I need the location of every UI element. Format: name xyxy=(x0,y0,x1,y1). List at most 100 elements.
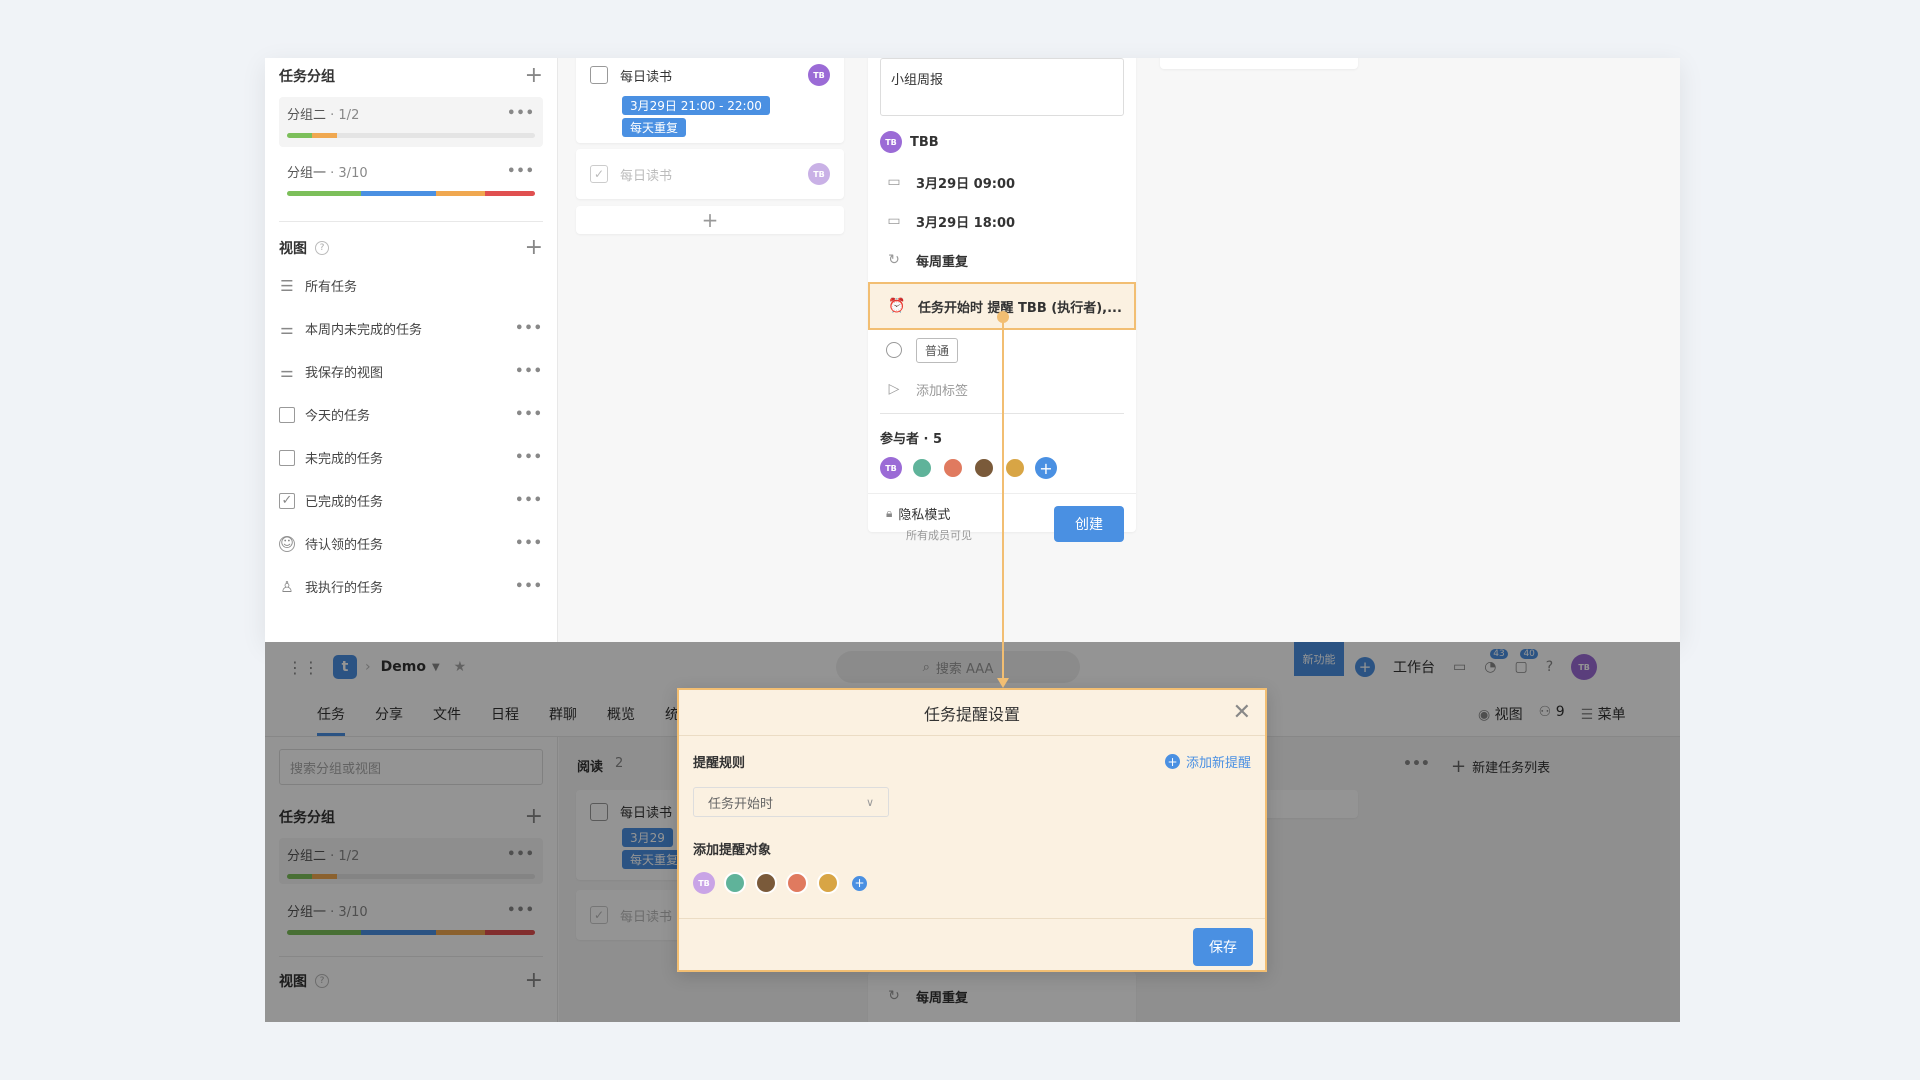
lock-icon: 🔒︎ xyxy=(886,506,893,520)
target-label: 添加提醒对象 xyxy=(693,843,772,858)
executor-avatar: TB xyxy=(880,131,902,153)
view-item[interactable]: ⚌ 我保存的视图 ••• xyxy=(279,350,543,393)
add-participant-icon[interactable]: + xyxy=(1035,457,1057,479)
progress-segment xyxy=(311,133,337,138)
more-icon[interactable]: ••• xyxy=(507,106,535,121)
dialog-footer-divider xyxy=(679,918,1265,919)
start-time-row[interactable]: ▭ 3月29日 09:00 xyxy=(886,168,1124,196)
view-label: 今天的任务 xyxy=(305,409,371,424)
calendar-icon: ▭ xyxy=(887,213,901,229)
connector-arrow xyxy=(997,678,1009,688)
add-group-icon[interactable]: + xyxy=(525,65,543,87)
avatar[interactable] xyxy=(817,872,839,894)
add-view-icon[interactable]: + xyxy=(525,237,543,259)
group-count: · 1/2 xyxy=(326,108,360,123)
create-button[interactable]: 创建 xyxy=(1054,505,1124,542)
priority-value[interactable]: 普通 xyxy=(916,337,959,363)
avatar[interactable] xyxy=(755,872,777,894)
repeat-row[interactable]: ↻ 每周重复 xyxy=(886,246,1124,274)
more-icon[interactable]: ••• xyxy=(515,579,543,594)
reminder-value: 任务开始时 提醒 TBB (执行者),... xyxy=(918,300,1122,316)
progress-segment xyxy=(287,191,362,196)
task-name-value: 小组周报 xyxy=(891,73,944,88)
group-name: 分组一 xyxy=(287,166,327,181)
task-title: 每日读书 xyxy=(620,69,673,85)
close-icon[interactable]: ✕ xyxy=(1233,700,1251,725)
view-item[interactable]: 未完成的任务 ••• xyxy=(279,436,543,479)
divider xyxy=(279,221,543,222)
end-time: 3月29日 18:00 xyxy=(916,215,1016,231)
more-icon[interactable]: ••• xyxy=(515,364,543,379)
task-name-field[interactable]: 小组周报 xyxy=(880,58,1124,116)
avatar[interactable]: TB xyxy=(693,872,715,894)
assignee-avatar: TB xyxy=(808,163,830,185)
views-list: ☰ 所有任务 ⚌ 本周内未完成的任务 ••• ⚌ 我保存的视图 ••• 今天的任务 ••• 未完成的… xyxy=(279,264,543,608)
view-item[interactable]: ✓ 已完成的任务 ••• xyxy=(279,479,543,522)
add-circle-icon: + xyxy=(1164,754,1180,769)
avatar[interactable] xyxy=(724,872,746,894)
more-icon[interactable]: ••• xyxy=(515,407,543,422)
privacy-label: 隐私模式 xyxy=(898,508,951,523)
next-column-card xyxy=(1160,58,1358,69)
filter-icon: ⚌ xyxy=(280,319,294,338)
more-icon[interactable]: ••• xyxy=(515,493,543,508)
tag-icon: ▷ xyxy=(888,381,900,397)
plus-icon: + xyxy=(701,208,719,232)
more-icon[interactable]: ••• xyxy=(515,450,543,465)
tags-placeholder: 添加标签 xyxy=(916,383,969,399)
views-header: 视图 ? + xyxy=(279,236,543,260)
view-item[interactable]: ⚌ 本周内未完成的任务 ••• xyxy=(279,307,543,350)
more-icon[interactable]: ••• xyxy=(515,536,543,551)
view-item[interactable]: ☰ 所有任务 xyxy=(279,264,543,307)
add-target-icon[interactable]: + xyxy=(852,875,867,891)
view-label: 本周内未完成的任务 xyxy=(305,323,423,338)
view-item[interactable]: 今天的任务 ••• xyxy=(279,393,543,436)
avatar xyxy=(973,457,995,479)
view-label: 待认领的任务 xyxy=(305,538,384,553)
task-checkbox[interactable] xyxy=(590,66,608,84)
progress-segment xyxy=(361,191,436,196)
more-icon[interactable]: ••• xyxy=(515,321,543,336)
end-time-row[interactable]: ▭ 3月29日 18:00 xyxy=(886,207,1124,235)
view-label: 我保存的视图 xyxy=(305,366,384,381)
calendar-icon: ▭ xyxy=(887,174,901,190)
help-icon[interactable]: ? xyxy=(315,241,329,255)
priority-circle-icon xyxy=(886,342,902,358)
group-item-2[interactable]: 分组二 · 1/2 ••• xyxy=(279,97,543,147)
add-task-button[interactable]: + xyxy=(576,206,844,234)
task-groups-title: 任务分组 xyxy=(279,69,335,85)
progress-segment xyxy=(435,191,486,196)
view-label: 未完成的任务 xyxy=(305,452,384,467)
view-item[interactable]: ♙ 我执行的任务 ••• xyxy=(279,565,543,608)
target-avatars: TB + xyxy=(693,872,1251,894)
save-button[interactable]: 保存 xyxy=(1193,928,1253,966)
task-card-1[interactable]: 每日读书 TB 3月29日 21:00 - 22:00 每天重复 xyxy=(576,58,844,143)
view-item[interactable]: ☺ 待认领的任务 ••• xyxy=(279,522,543,565)
tags-row[interactable]: ▷ 添加标签 xyxy=(886,375,1124,403)
alarm-icon: ⏰ xyxy=(888,298,906,314)
group-progress-bar xyxy=(287,133,535,138)
list-icon: ☰ xyxy=(280,276,294,295)
task-checkbox-checked[interactable]: ✓ xyxy=(590,165,608,183)
task-card-2[interactable]: ✓ 每日读书 TB xyxy=(576,149,844,199)
rule-select[interactable]: 任务开始时 ∨ xyxy=(693,787,889,817)
group-progress-bar xyxy=(287,191,535,196)
user-icon: ♙ xyxy=(280,577,294,596)
connector-dot xyxy=(997,311,1009,323)
repeat-value: 每周重复 xyxy=(916,254,969,270)
user-circle-icon: ☺ xyxy=(279,535,295,552)
progress-segment xyxy=(287,133,312,138)
avatar[interactable] xyxy=(786,872,808,894)
avatar: TB xyxy=(880,457,902,479)
priority-row[interactable]: 普通 xyxy=(886,336,1124,364)
checked-icon: ✓ xyxy=(279,492,295,509)
more-icon[interactable]: ••• xyxy=(507,164,535,179)
time-tag: 3月29日 21:00 - 22:00 xyxy=(622,96,770,115)
add-reminder-link[interactable]: + 添加新提醒 xyxy=(1164,752,1251,771)
executor-name: TBB xyxy=(910,134,939,150)
views-title: 视图 xyxy=(279,241,307,257)
checkbox-icon xyxy=(279,449,295,466)
dialog-title: 任务提醒设置 xyxy=(923,704,1020,724)
executor-row[interactable]: TB TBB xyxy=(880,128,1124,156)
group-item-1[interactable]: 分组一 · 3/10 ••• xyxy=(279,155,543,205)
